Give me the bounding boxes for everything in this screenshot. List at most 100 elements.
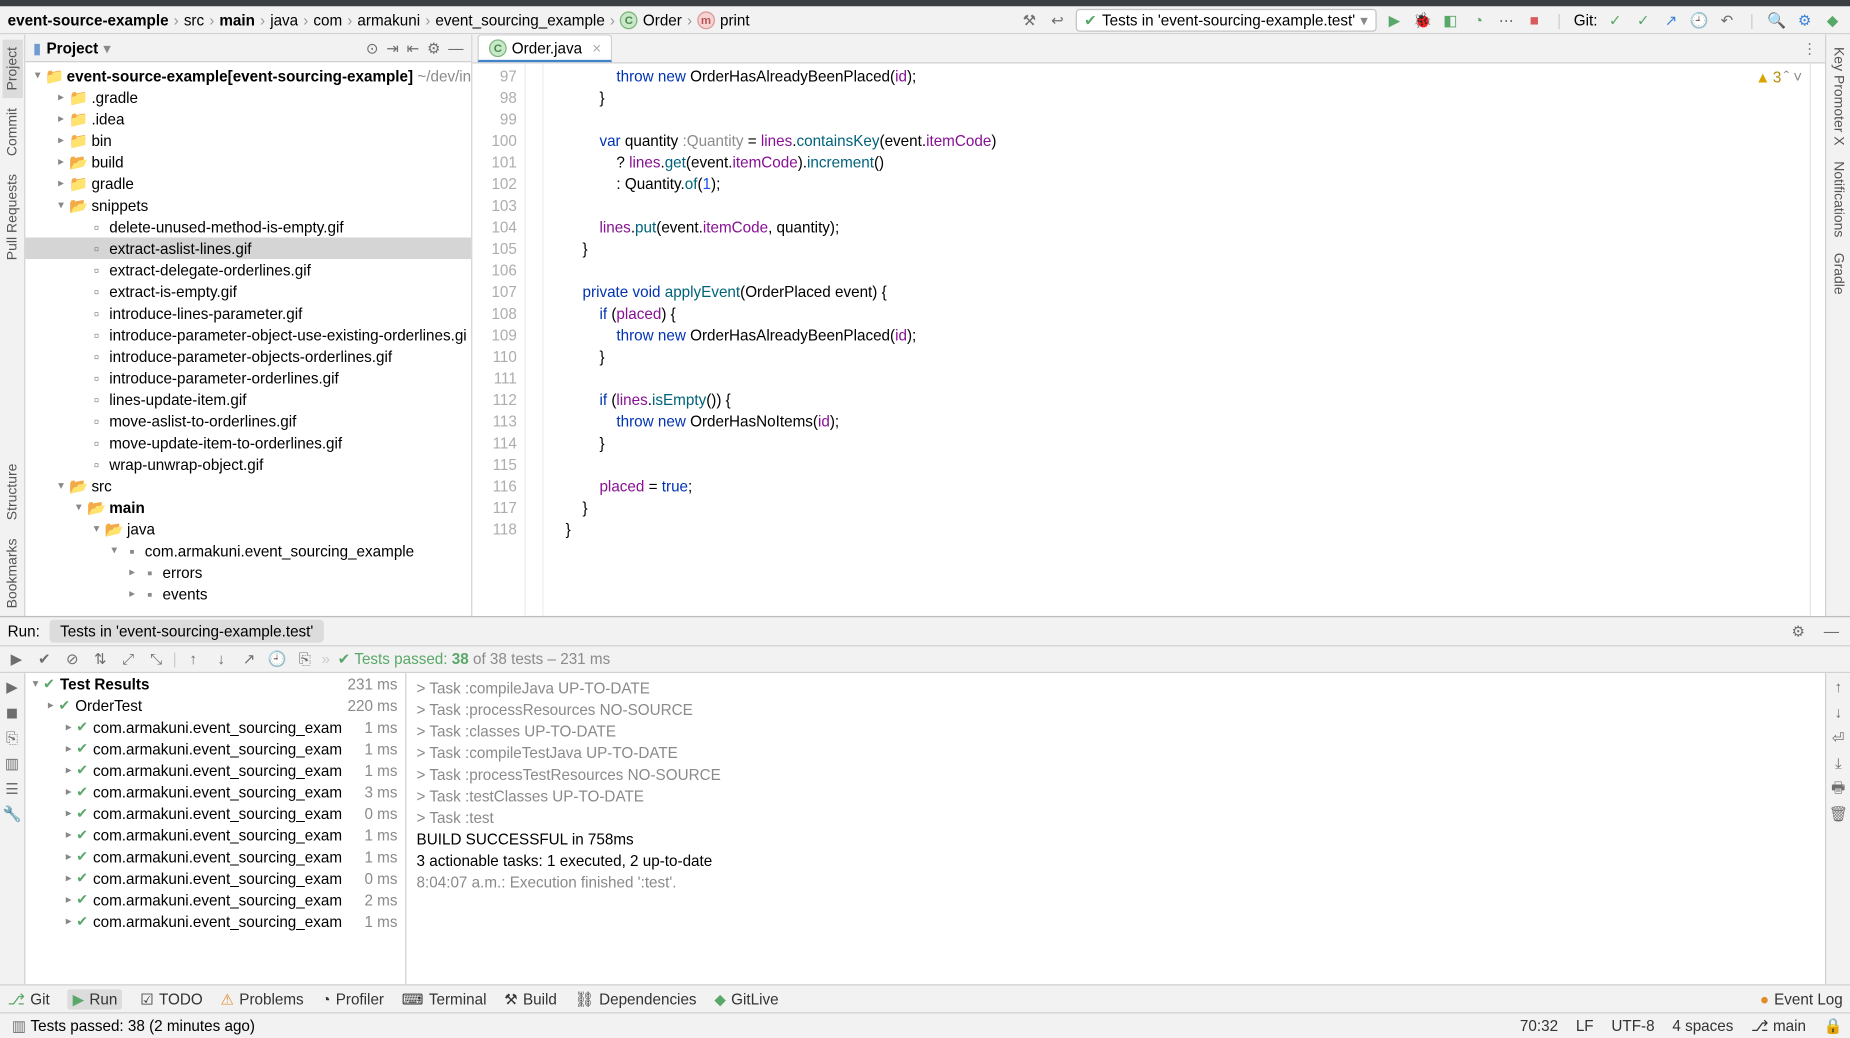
tree-item[interactable]: ▫extract-is-empty.gif (25, 281, 471, 303)
tw-terminal[interactable]: ⌨Terminal (402, 990, 487, 1008)
toggle-pass-icon[interactable]: ✔ (33, 648, 56, 671)
build-hammer-icon[interactable]: ⚒ (1019, 10, 1039, 30)
coverage-icon[interactable]: ◧ (1440, 10, 1460, 30)
vcs-update-icon[interactable]: ✓ (1605, 10, 1625, 30)
crumb-com[interactable]: com (313, 11, 342, 29)
test-node[interactable]: ▸✔com.armakuni.event_sourcing_exam2 ms (25, 889, 405, 911)
crumb-package[interactable]: event_sourcing_example (435, 11, 604, 29)
crumb-armakuni[interactable]: armakuni (357, 11, 420, 29)
inspection-badge[interactable]: ▲3 ˆ ˅ (1755, 69, 1802, 87)
status-tw-icon[interactable]: ▥ (8, 1014, 31, 1037)
key-promoter-tab[interactable]: Key Promoter X (1828, 39, 1848, 153)
collapse-all-icon[interactable]: ⇤ (407, 39, 420, 57)
profile-icon[interactable]: ◔ (1468, 10, 1488, 30)
tw-dependencies[interactable]: ⛓Dependencies (575, 990, 697, 1008)
test-node[interactable]: ▸✔com.armakuni.event_sourcing_exam0 ms (25, 803, 405, 825)
stop-icon[interactable]: ■ (1524, 10, 1544, 30)
tree-item[interactable]: ▫delete-unused-method-is-empty.gif (25, 216, 471, 238)
rl-wrench-icon[interactable]: 🔧 (1, 803, 24, 826)
settings-icon[interactable]: ⚙ (427, 39, 441, 57)
hide-icon[interactable]: — (448, 39, 463, 57)
tree-item[interactable]: ▫move-update-item-to-orderlines.gif (25, 432, 471, 454)
tree-item[interactable]: ▸📁gradle (25, 173, 471, 195)
breadcrumb[interactable]: event-source-example ›src ›main ›java ›c… (8, 11, 1020, 29)
lock-icon[interactable]: 🔒 (1824, 1017, 1843, 1035)
rl-stop-icon[interactable]: ◼ (1, 701, 24, 724)
tree-item[interactable]: ▾📂src (25, 475, 471, 497)
fold-column[interactable] (526, 64, 544, 616)
crumb-class[interactable]: Order (643, 11, 682, 29)
bookmarks-tool-tab[interactable]: Bookmarks (2, 531, 22, 616)
editor-tabs[interactable]: C Order.java × ⋮ (472, 34, 1825, 63)
next-fail-icon[interactable]: ↓ (210, 648, 233, 671)
editor-tab-order[interactable]: C Order.java × (478, 34, 613, 62)
tw-profiler[interactable]: ◔Profiler (321, 990, 384, 1008)
structure-tool-tab[interactable]: Structure (2, 456, 22, 528)
crumb-java[interactable]: java (270, 11, 298, 29)
tree-item[interactable]: ▸📁.gradle (25, 86, 471, 108)
tw-run[interactable]: ▶Run (68, 989, 123, 1009)
run-icon[interactable]: ▶ (1384, 10, 1404, 30)
toggle-ignored-icon[interactable]: ⊘ (61, 648, 84, 671)
tw-gitlive[interactable]: ◆GitLive (714, 990, 778, 1008)
prev-fail-icon[interactable]: ↑ (182, 648, 205, 671)
test-node[interactable]: ▸✔OrderTest220 ms (25, 695, 405, 717)
tabs-more-icon[interactable]: ⋮ (1802, 39, 1817, 57)
tw-event-log[interactable]: ●Event Log (1760, 990, 1843, 1008)
tree-item[interactable]: ▫introduce-parameter-objects-orderlines.… (25, 345, 471, 367)
tree-item[interactable]: ▾📂main (25, 497, 471, 519)
search-icon[interactable]: 🔍 (1767, 10, 1787, 30)
rl-down-icon[interactable]: ☰ (1, 777, 24, 800)
run-config-selector[interactable]: ✔Tests in 'event-sourcing-example.test'▾ (1075, 8, 1377, 31)
test-node[interactable]: ▸✔com.armakuni.event_sourcing_exam1 ms (25, 759, 405, 781)
rl-rerun-icon[interactable]: ▶ (1, 676, 24, 699)
tree-item[interactable]: ▫introduce-lines-parameter.gif (25, 302, 471, 324)
tree-item[interactable]: ▸▪errors (25, 561, 471, 583)
encoding[interactable]: UTF-8 (1611, 1017, 1654, 1035)
crumb-member[interactable]: print (720, 11, 750, 29)
line-sep[interactable]: LF (1576, 1017, 1594, 1035)
debug-icon[interactable]: 🐞 (1412, 10, 1432, 30)
tree-item[interactable]: ▫introduce-parameter-orderlines.gif (25, 367, 471, 389)
tw-build[interactable]: ⚒Build (504, 990, 557, 1008)
rr-wrap-icon[interactable]: ⏎ (1827, 726, 1850, 749)
tw-todo[interactable]: ☑TODO (140, 990, 203, 1008)
notifications-tab[interactable]: Notifications (1828, 153, 1848, 244)
tree-item[interactable]: ▫extract-aslist-lines.gif (25, 237, 471, 259)
error-stripe[interactable] (1810, 64, 1825, 616)
branch[interactable]: ⎇ main (1751, 1017, 1806, 1035)
import-icon[interactable]: ⎘ (294, 648, 317, 671)
close-tab-icon[interactable]: × (592, 39, 601, 57)
tree-item[interactable]: ▫lines-update-item.gif (25, 389, 471, 411)
test-node[interactable]: ▸✔com.armakuni.event_sourcing_exam1 ms (25, 846, 405, 868)
run-settings-icon[interactable]: ⚙ (1787, 620, 1810, 643)
ide-settings-icon[interactable]: ⚙ (1795, 10, 1815, 30)
tw-git[interactable]: ⎇Git (8, 990, 50, 1008)
select-opened-icon[interactable]: ⊙ (366, 39, 379, 57)
export-icon[interactable]: ↗ (238, 648, 261, 671)
rr-scroll-icon[interactable]: ⤓ (1827, 752, 1850, 775)
sort-icon[interactable]: ⇅ (89, 648, 112, 671)
test-node[interactable]: ▸✔com.armakuni.event_sourcing_exam1 ms (25, 738, 405, 760)
project-tool-tab[interactable]: Project (2, 39, 22, 98)
tree-item[interactable]: ▾📂snippets (25, 194, 471, 216)
tree-item[interactable]: ▾▪com.armakuni.event_sourcing_example (25, 540, 471, 562)
rr-down-icon[interactable]: ↓ (1827, 701, 1850, 724)
test-node[interactable]: ▸✔com.armakuni.event_sourcing_exam1 ms (25, 716, 405, 738)
collapse-icon[interactable]: ⤡ (145, 648, 168, 671)
gitlive-icon[interactable]: ◆ (1822, 10, 1842, 30)
test-node[interactable]: ▸✔com.armakuni.event_sourcing_exam1 ms (25, 911, 405, 933)
rl-pin-icon[interactable]: ⎘ (1, 726, 24, 749)
tree-item[interactable]: ▸📁.idea (25, 108, 471, 130)
back-icon[interactable]: ↩ (1047, 10, 1067, 30)
indent[interactable]: 4 spaces (1672, 1017, 1733, 1035)
tree-item[interactable]: ▸📂build (25, 151, 471, 173)
rr-up-icon[interactable]: ↑ (1827, 676, 1850, 699)
crumb-src[interactable]: src (184, 11, 204, 29)
tree-item[interactable]: ▫introduce-parameter-object-use-existing… (25, 324, 471, 346)
rr-clear-icon[interactable]: 🗑 (1827, 803, 1850, 826)
test-tree[interactable]: ▾✔Test Results231 ms▸✔OrderTest220 ms▸✔c… (25, 673, 406, 984)
tw-problems[interactable]: ⚠Problems (221, 990, 304, 1008)
expand-all-icon[interactable]: ⇥ (386, 39, 399, 57)
tree-item[interactable]: ▫extract-delegate-orderlines.gif (25, 259, 471, 281)
